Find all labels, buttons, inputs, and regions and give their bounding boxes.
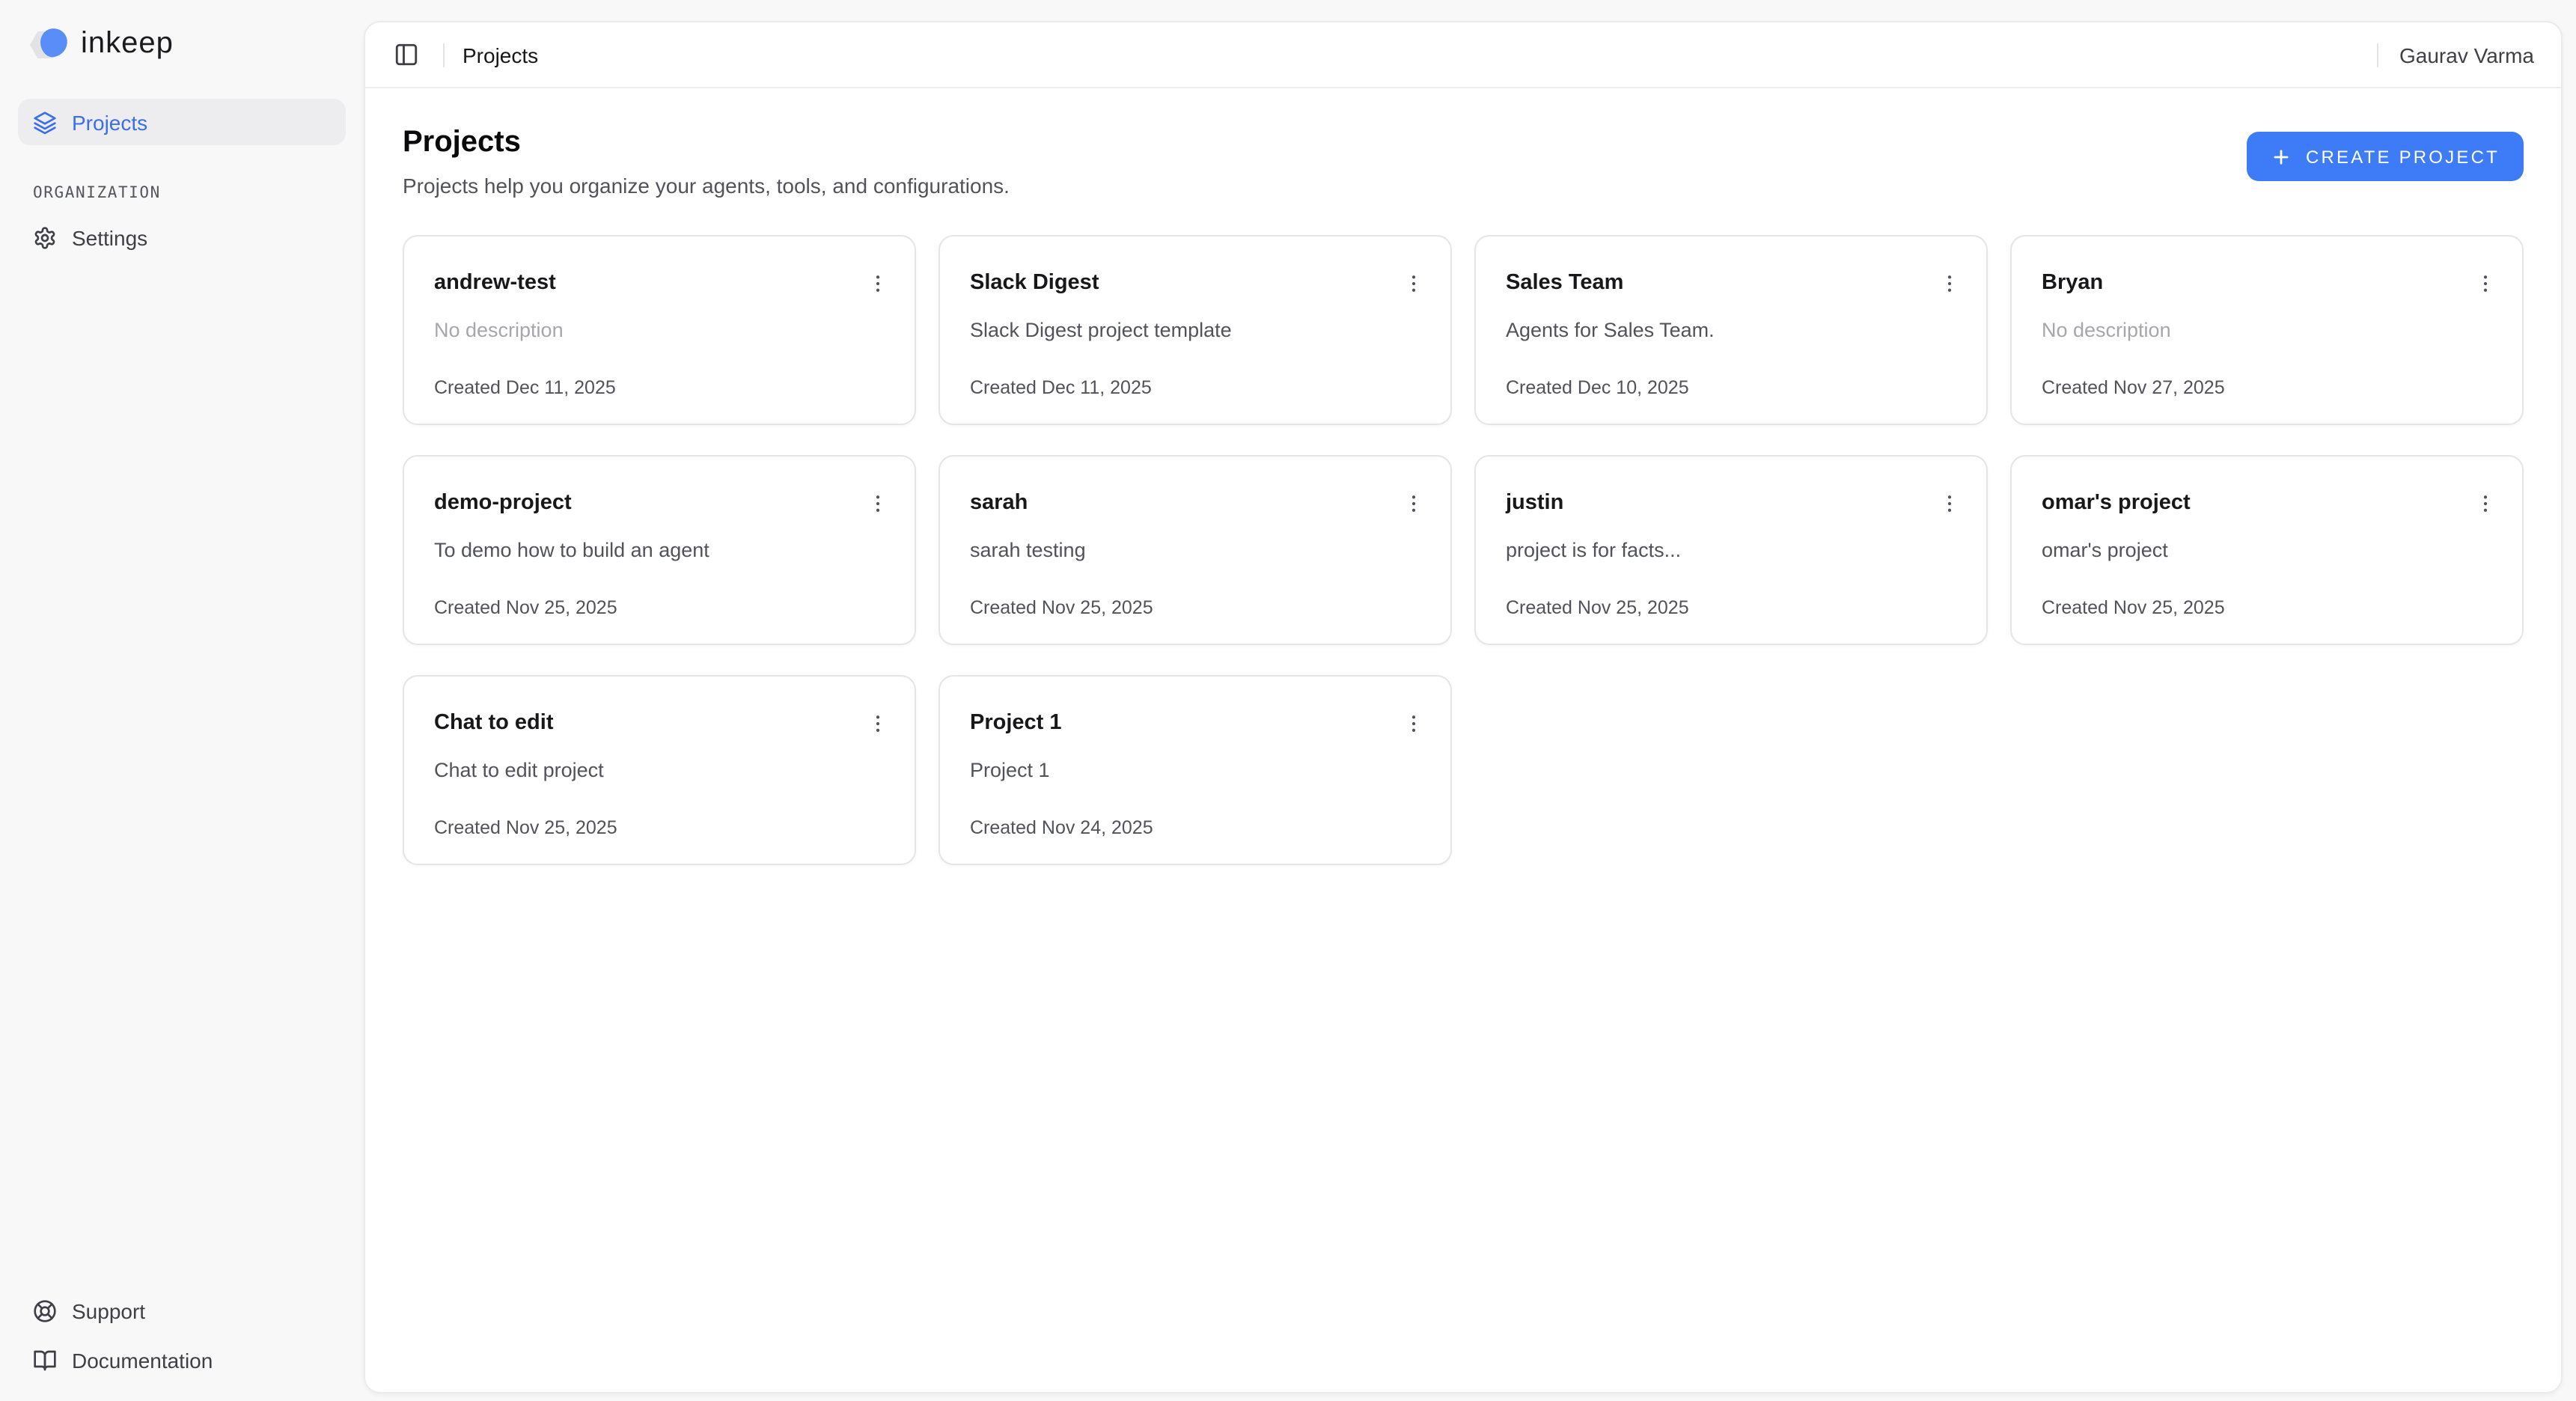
project-card[interactable]: Project 1 Project 1 Created Nov 24, 2025: [938, 675, 1452, 865]
project-card[interactable]: Sales Team Agents for Sales Team. Create…: [1474, 235, 1988, 425]
project-card[interactable]: demo-project To demo how to build an age…: [403, 455, 916, 645]
kebab-menu-button[interactable]: [1932, 486, 1965, 519]
project-created-date: Created Nov 24, 2025: [970, 817, 1420, 838]
page-subtitle: Projects help you organize your agents, …: [403, 174, 1010, 198]
project-description: Project 1: [970, 759, 1420, 781]
kebab-menu-button[interactable]: [861, 266, 894, 299]
header-divider: [2377, 43, 2378, 67]
breadcrumb: Projects: [463, 43, 538, 67]
create-project-label: CREATE PROJECT: [2306, 146, 2500, 167]
project-description: project is for facts...: [1506, 539, 1956, 561]
project-name: demo-project: [434, 489, 572, 516]
kebab-vertical-icon: [1402, 272, 1424, 294]
project-created-date: Created Nov 25, 2025: [970, 597, 1420, 618]
main-panel: Projects Gaurav Varma Projects Projects …: [364, 21, 2563, 1394]
sidebar-item-label: Settings: [72, 225, 147, 249]
sidebar-toggle-button[interactable]: [386, 35, 425, 74]
kebab-menu-button[interactable]: [2468, 266, 2501, 299]
project-created-date: Created Nov 25, 2025: [1506, 597, 1956, 618]
kebab-vertical-icon: [1938, 272, 1960, 294]
project-name: justin: [1506, 489, 1563, 516]
project-description: No description: [2042, 319, 2492, 341]
kebab-menu-button[interactable]: [1397, 266, 1429, 299]
project-created-date: Created Nov 27, 2025: [2042, 377, 2492, 398]
kebab-menu-button[interactable]: [1397, 706, 1429, 739]
project-card[interactable]: Slack Digest Slack Digest project templa…: [938, 235, 1452, 425]
sidebar-item-projects[interactable]: Projects: [18, 99, 346, 145]
kebab-menu-button[interactable]: [861, 486, 894, 519]
project-description: sarah testing: [970, 539, 1420, 561]
brand-logo[interactable]: inkeep: [18, 21, 346, 66]
project-created-date: Created Nov 25, 2025: [2042, 597, 2492, 618]
project-name: sarah: [970, 489, 1028, 516]
project-card[interactable]: Bryan No description Created Nov 27, 202…: [2010, 235, 2524, 425]
project-description: Chat to edit project: [434, 759, 885, 781]
plus-icon: [2271, 146, 2292, 167]
header-divider: [443, 43, 445, 67]
top-bar: Projects Gaurav Varma: [365, 22, 2561, 88]
project-description: To demo how to build an agent: [434, 539, 885, 561]
project-name: Project 1: [970, 709, 1062, 736]
book-open-icon: [33, 1348, 57, 1372]
sidebar-item-label: Support: [72, 1298, 145, 1322]
create-project-button[interactable]: CREATE PROJECT: [2247, 132, 2524, 181]
projects-page: Projects Projects help you organize your…: [365, 88, 2561, 1392]
kebab-vertical-icon: [1402, 712, 1424, 734]
life-buoy-icon: [33, 1298, 57, 1322]
sidebar-item-label: Documentation: [72, 1348, 213, 1372]
page-header: Projects Projects help you organize your…: [403, 124, 2524, 198]
project-description: No description: [434, 319, 885, 341]
kebab-vertical-icon: [2473, 272, 2496, 294]
project-card[interactable]: sarah sarah testing Created Nov 25, 2025: [938, 455, 1452, 645]
project-name: omar's project: [2042, 489, 2191, 516]
page-title: Projects: [403, 124, 1010, 160]
projects-grid: andrew-test No description Created Dec 1…: [403, 235, 2524, 865]
project-name: Bryan: [2042, 269, 2103, 296]
kebab-menu-button[interactable]: [2468, 486, 2501, 519]
project-card[interactable]: omar's project omar's project Created No…: [2010, 455, 2524, 645]
kebab-menu-button[interactable]: [1397, 486, 1429, 519]
sidebar-item-label: Projects: [72, 110, 147, 134]
kebab-menu-button[interactable]: [1932, 266, 1965, 299]
user-menu-button[interactable]: Gaurav Varma: [2396, 43, 2537, 67]
panel-left-icon: [393, 42, 418, 67]
project-description: Agents for Sales Team.: [1506, 319, 1956, 341]
kebab-vertical-icon: [1938, 492, 1960, 514]
gear-icon: [33, 225, 57, 249]
project-name: Sales Team: [1506, 269, 1623, 296]
sidebar-item-settings[interactable]: Settings: [18, 214, 346, 260]
project-created-date: Created Dec 10, 2025: [1506, 377, 1956, 398]
project-created-date: Created Nov 25, 2025: [434, 597, 885, 618]
project-card[interactable]: andrew-test No description Created Dec 1…: [403, 235, 916, 425]
app-window: inkeep Projects ORGANIZATION Settings: [0, 0, 2576, 1401]
project-card[interactable]: Chat to edit Chat to edit project Create…: [403, 675, 916, 865]
kebab-vertical-icon: [866, 492, 888, 514]
project-name: andrew-test: [434, 269, 556, 296]
project-name: Slack Digest: [970, 269, 1099, 296]
kebab-vertical-icon: [1402, 492, 1424, 514]
project-created-date: Created Nov 25, 2025: [434, 817, 885, 838]
project-card[interactable]: justin project is for facts... Created N…: [1474, 455, 1988, 645]
sidebar-section-organization: ORGANIZATION: [18, 184, 346, 202]
brand-wordmark: inkeep: [81, 28, 174, 58]
sidebar-nav: Projects ORGANIZATION Settings: [18, 99, 346, 260]
project-description: omar's project: [2042, 539, 2492, 561]
project-created-date: Created Dec 11, 2025: [970, 377, 1420, 398]
kebab-menu-button[interactable]: [861, 706, 894, 739]
sidebar-item-support[interactable]: Support: [18, 1287, 346, 1334]
page-header-text: Projects Projects help you organize your…: [403, 124, 1010, 198]
kebab-vertical-icon: [866, 272, 888, 294]
kebab-vertical-icon: [2473, 492, 2496, 514]
sidebar-item-documentation[interactable]: Documentation: [18, 1337, 346, 1383]
sidebar: inkeep Projects ORGANIZATION Settings: [0, 0, 364, 1401]
sidebar-footer: Support Documentation: [18, 1287, 346, 1383]
project-description: Slack Digest project template: [970, 319, 1420, 341]
inkeep-logo-icon: [30, 27, 69, 63]
kebab-vertical-icon: [866, 712, 888, 734]
project-created-date: Created Dec 11, 2025: [434, 377, 885, 398]
project-name: Chat to edit: [434, 709, 554, 736]
layers-icon: [33, 110, 57, 134]
